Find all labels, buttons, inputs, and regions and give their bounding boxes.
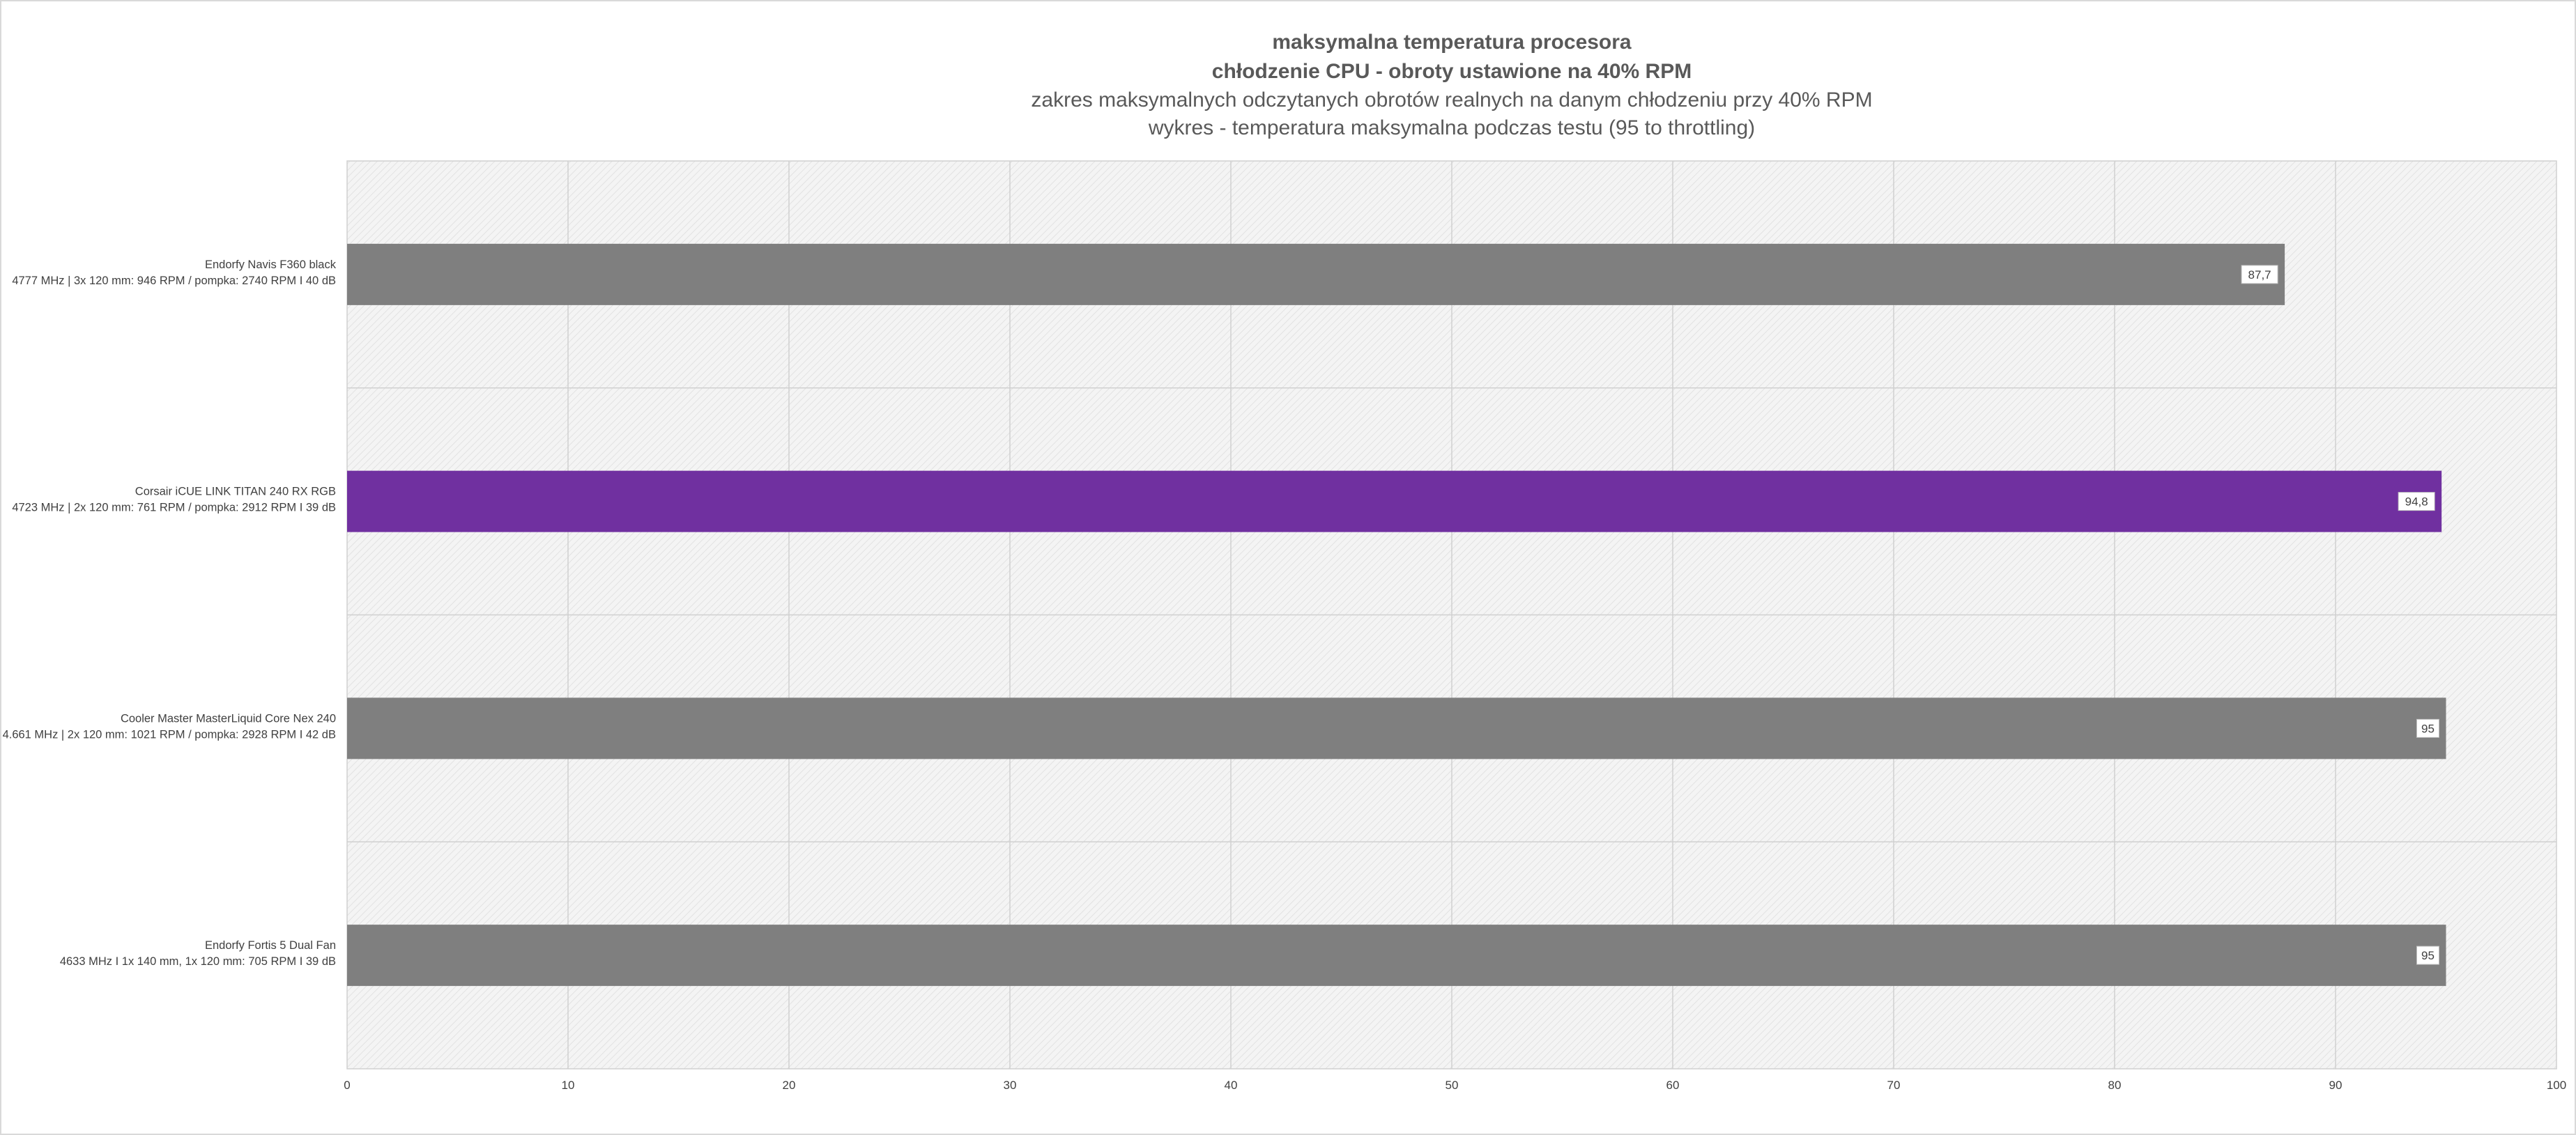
x-tick-label: 40 [1225, 1079, 1238, 1092]
bar [347, 925, 2446, 987]
x-tick-label: 0 [344, 1079, 350, 1092]
category-label-details: 4633 MHz I 1x 140 mm, 1x 120 mm: 705 RPM… [60, 955, 336, 968]
x-tick-label: 30 [1004, 1079, 1017, 1092]
x-tick-label: 70 [1887, 1079, 1901, 1092]
category-label-name: Endorfy Fortis 5 Dual Fan [205, 939, 336, 952]
title-line-1: maksymalna temperatura procesora [1272, 31, 1632, 54]
title-line-3: zakres maksymalnych odczytanych obrotów … [1031, 88, 1872, 111]
x-tick-label: 80 [2108, 1079, 2122, 1092]
bar [347, 243, 2285, 305]
chart: maksymalna temperatura procesora chłodze… [0, 0, 2576, 1135]
title-line-2: chłodzenie CPU - obroty ustawione na 40%… [1212, 60, 1692, 83]
x-tick-label: 20 [783, 1079, 796, 1092]
x-tick-label: 100 [2547, 1079, 2566, 1092]
category-label-details: 4723 MHz | 2x 120 mm: 761 RPM / pompka: … [12, 502, 336, 514]
x-tick-label: 60 [1666, 1079, 1680, 1092]
data-label: 95 [2421, 722, 2435, 735]
data-label: 95 [2421, 949, 2435, 962]
data-label: 87,7 [2248, 268, 2271, 281]
bar [347, 697, 2446, 759]
category-label-details: 4777 MHz | 3x 120 mm: 946 RPM / pompka: … [12, 275, 336, 287]
x-tick-label: 90 [2329, 1079, 2343, 1092]
category-label-name: Endorfy Navis F360 black [205, 258, 337, 271]
category-label-name: Corsair iCUE LINK TITAN 240 RX RGB [135, 486, 336, 498]
x-tick-label: 50 [1446, 1079, 1459, 1092]
data-label: 94,8 [2405, 495, 2428, 509]
title-line-4: wykres - temperatura maksymalna podczas … [1148, 116, 1755, 139]
category-label-name: Cooler Master MasterLiquid Core Nex 240 [121, 712, 336, 725]
x-tick-label: 10 [562, 1079, 575, 1092]
bar-chart: maksymalna temperatura procesora chłodze… [0, 0, 2576, 1135]
category-label-details: 4.661 MHz | 2x 120 mm: 1021 RPM / pompka… [3, 728, 336, 741]
bar [347, 470, 2442, 532]
